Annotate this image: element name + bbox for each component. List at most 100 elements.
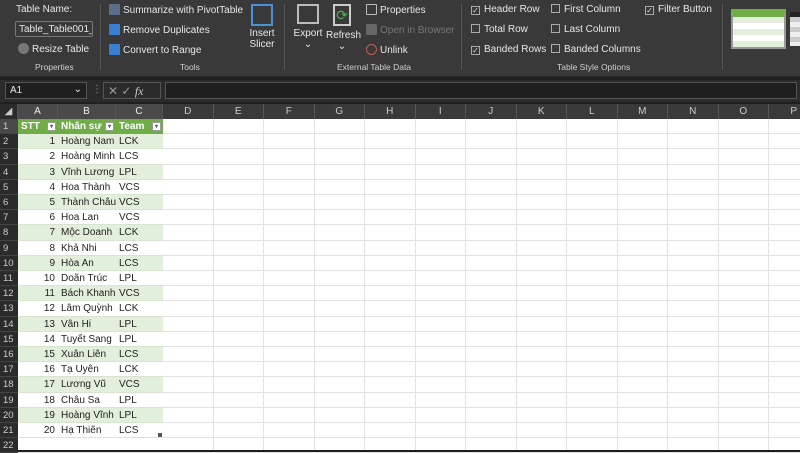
row-header-9[interactable]: 9 xyxy=(0,241,18,256)
name-box[interactable]: A1⌄ xyxy=(5,82,87,99)
table-cell[interactable]: LPL xyxy=(116,271,163,286)
fx-icon[interactable]: fx xyxy=(135,84,144,98)
row-header-2[interactable]: 2 xyxy=(0,134,18,149)
column-header-j[interactable]: J xyxy=(466,104,517,119)
insert-slicer-button[interactable]: InsertSlicer xyxy=(246,4,278,50)
table-header-cell[interactable]: Team▾ xyxy=(116,119,163,134)
table-cell[interactable]: 15 xyxy=(18,347,58,362)
row-header-8[interactable]: 8 xyxy=(0,225,18,240)
banded-columns-checkbox[interactable]: Banded Columns xyxy=(551,44,641,55)
pivot-button[interactable]: Summarize with PivotTable xyxy=(109,4,243,16)
table-cell[interactable]: Lương Vũ xyxy=(58,377,116,392)
table-cell[interactable]: Lâm Quỳnh xyxy=(58,301,116,316)
table-cell[interactable]: 1 xyxy=(18,134,58,149)
table-cell[interactable]: 6 xyxy=(18,210,58,225)
table-cell[interactable]: Doãn Trúc xyxy=(58,271,116,286)
row-header-4[interactable]: 4 xyxy=(0,165,18,180)
remove-duplicates-button[interactable]: Remove Duplicates xyxy=(109,24,210,36)
table-cell[interactable]: Hạ Thiên xyxy=(58,423,116,438)
table-cell[interactable]: Thành Châu xyxy=(58,195,116,210)
row-header-22[interactable]: 22 xyxy=(0,438,18,453)
row-header-3[interactable]: 3 xyxy=(0,149,18,164)
table-cell[interactable]: LCK xyxy=(116,362,163,377)
row-header-16[interactable]: 16 xyxy=(0,347,18,362)
column-header-k[interactable]: K xyxy=(517,104,568,119)
cancel-icon[interactable]: ✕ xyxy=(108,84,118,98)
convert-to-range-button[interactable]: Convert to Range xyxy=(109,44,201,56)
row-header-18[interactable]: 18 xyxy=(0,377,18,392)
table-style-gray-swatch[interactable] xyxy=(790,12,800,46)
table-cell[interactable]: 5 xyxy=(18,195,58,210)
banded-rows-checkbox[interactable]: ✓Banded Rows xyxy=(471,44,546,55)
column-header-p[interactable]: P xyxy=(769,104,800,119)
table-cell[interactable]: Hòa An xyxy=(58,256,116,271)
export-button[interactable]: Export⌄ xyxy=(292,4,324,50)
column-header-h[interactable]: H xyxy=(365,104,416,119)
filter-dropdown-icon[interactable]: ▾ xyxy=(152,122,161,131)
unlink-button[interactable]: Unlink xyxy=(366,44,408,56)
table-cell[interactable]: 4 xyxy=(18,180,58,195)
table-cell[interactable]: Châu Sa xyxy=(58,393,116,408)
table-cell[interactable]: 17 xyxy=(18,377,58,392)
table-cell[interactable]: LCK xyxy=(116,225,163,240)
table-cell[interactable]: LCS xyxy=(116,347,163,362)
table-cell[interactable]: VCS xyxy=(116,286,163,301)
table-cell[interactable]: 13 xyxy=(18,317,58,332)
table-style-green-swatch[interactable] xyxy=(731,9,786,49)
table-cell[interactable]: LPL xyxy=(116,332,163,347)
table-header-cell[interactable]: Nhân sự▾ xyxy=(58,119,116,134)
row-header-20[interactable]: 20 xyxy=(0,408,18,423)
resize-table-button[interactable]: Resize Table xyxy=(18,43,89,55)
column-header-n[interactable]: N xyxy=(668,104,719,119)
row-header-6[interactable]: 6 xyxy=(0,195,18,210)
table-cell[interactable]: LCK xyxy=(116,301,163,316)
table-cell[interactable]: LCK xyxy=(116,134,163,149)
table-cell[interactable]: Hoàng Minh xyxy=(58,149,116,164)
table-cell[interactable]: 9 xyxy=(18,256,58,271)
column-header-b[interactable]: B xyxy=(58,104,116,119)
header-row-checkbox[interactable]: ✓Header Row xyxy=(471,4,540,15)
table-cell[interactable]: 8 xyxy=(18,241,58,256)
row-header-19[interactable]: 19 xyxy=(0,393,18,408)
worksheet-grid[interactable]: ◢ ABCDEFGHIJKLMNOP1234567891011121314151… xyxy=(0,104,800,450)
column-header-g[interactable]: G xyxy=(315,104,366,119)
table-cell[interactable]: Mộc Doanh xyxy=(58,225,116,240)
column-header-c[interactable]: C xyxy=(116,104,163,119)
column-header-f[interactable]: F xyxy=(264,104,315,119)
table-cell[interactable]: 7 xyxy=(18,225,58,240)
table-cell[interactable]: VCS xyxy=(116,210,163,225)
table-cell[interactable]: Tạ Uyên xyxy=(58,362,116,377)
table-cell[interactable]: LCS xyxy=(116,241,163,256)
table-cell[interactable]: VCS xyxy=(116,180,163,195)
table-cell[interactable]: Hoàng Nam xyxy=(58,134,116,149)
table-cell[interactable]: VCS xyxy=(116,377,163,392)
table-cell[interactable]: Tuyết Sang xyxy=(58,332,116,347)
row-header-17[interactable]: 17 xyxy=(0,362,18,377)
row-header-14[interactable]: 14 xyxy=(0,317,18,332)
table-cell[interactable]: Hoa Thành xyxy=(58,180,116,195)
table-cell[interactable]: LPL xyxy=(116,393,163,408)
filter-dropdown-icon[interactable]: ▾ xyxy=(105,122,114,131)
table-cell[interactable]: LPL xyxy=(116,165,163,180)
table-cell[interactable]: Bách Khanh xyxy=(58,286,116,301)
open-in-browser-button[interactable]: Open in Browser xyxy=(366,24,454,36)
table-cell[interactable]: 16 xyxy=(18,362,58,377)
row-header-13[interactable]: 13 xyxy=(0,301,18,316)
table-cell[interactable]: VCS xyxy=(116,195,163,210)
row-header-10[interactable]: 10 xyxy=(0,256,18,271)
first-column-checkbox[interactable]: First Column xyxy=(551,4,621,15)
formula-input[interactable] xyxy=(165,82,797,99)
chevron-down-icon[interactable]: ⌄ xyxy=(74,84,82,95)
table-cell[interactable]: 18 xyxy=(18,393,58,408)
column-header-l[interactable]: L xyxy=(567,104,618,119)
row-header-7[interactable]: 7 xyxy=(0,210,18,225)
table-cell[interactable]: 11 xyxy=(18,286,58,301)
row-header-1[interactable]: 1 xyxy=(0,119,18,134)
column-header-d[interactable]: D xyxy=(163,104,214,119)
row-header-15[interactable]: 15 xyxy=(0,332,18,347)
select-all-corner[interactable]: ◢ xyxy=(0,104,18,119)
row-header-5[interactable]: 5 xyxy=(0,180,18,195)
column-header-a[interactable]: A xyxy=(18,104,58,119)
column-header-o[interactable]: O xyxy=(719,104,770,119)
table-cell[interactable]: LCS xyxy=(116,423,163,438)
